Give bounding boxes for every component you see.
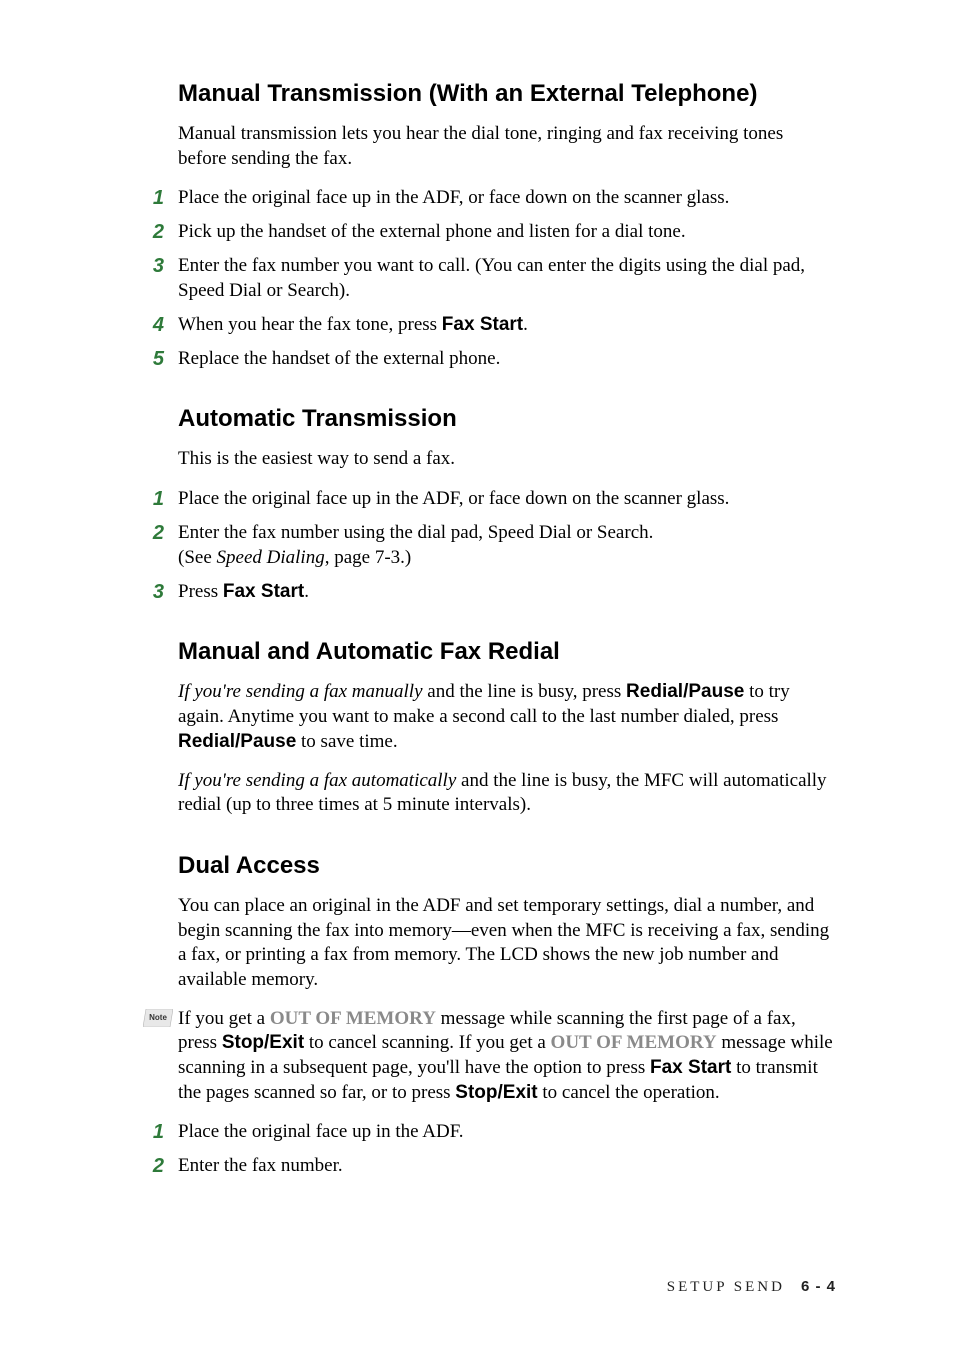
list-item: 5Replace the handset of the external pho… bbox=[164, 346, 836, 372]
page-container: Manual Transmission (With an External Te… bbox=[0, 0, 954, 1352]
heading-automatic-transmission: Automatic Transmission bbox=[178, 405, 836, 433]
step-number: 2 bbox=[142, 520, 164, 547]
fax-start-label: Fax Start bbox=[223, 581, 304, 602]
heading-dual-access: Dual Access bbox=[178, 852, 836, 880]
step-text: Place the original face up in the ADF, o… bbox=[178, 488, 729, 509]
step-number: 1 bbox=[142, 486, 164, 513]
list-item: 1Place the original face up in the ADF, … bbox=[164, 486, 836, 512]
step-number: 1 bbox=[142, 185, 164, 212]
out-of-memory-label: OUT OF MEMORY bbox=[551, 1032, 717, 1053]
stop-exit-label: Stop/Exit bbox=[222, 1032, 304, 1053]
step-number: 5 bbox=[142, 346, 164, 373]
step-number: 3 bbox=[142, 579, 164, 606]
out-of-memory-label: OUT OF MEMORY bbox=[270, 1008, 436, 1029]
fax-redial-auto-para: If you're sending a fax automatically an… bbox=[178, 769, 836, 818]
heading-manual-transmission: Manual Transmission (With an External Te… bbox=[178, 80, 836, 108]
step-text: Enter the fax number using the dial pad,… bbox=[178, 522, 653, 569]
list-item: 4When you hear the fax tone, press Fax S… bbox=[164, 312, 836, 338]
step-number: 4 bbox=[142, 312, 164, 339]
footer-section-label: SETUP SEND bbox=[667, 1279, 785, 1295]
steps-automatic-transmission: 1Place the original face up in the ADF, … bbox=[164, 486, 836, 605]
step-text: Replace the handset of the external phon… bbox=[178, 348, 500, 369]
step-text: Enter the fax number you want to call. (… bbox=[178, 255, 805, 302]
auto-italic: If you're sending a fax automatically bbox=[178, 770, 456, 791]
list-item: 2Pick up the handset of the external pho… bbox=[164, 219, 836, 245]
list-item: 2Enter the fax number. bbox=[164, 1153, 836, 1179]
step-number: 2 bbox=[142, 1153, 164, 1180]
dual-access-intro: You can place an original in the ADF and… bbox=[178, 894, 836, 993]
page-number: 6 - 4 bbox=[801, 1278, 836, 1295]
fax-redial-manual-para: If you're sending a fax manually and the… bbox=[178, 680, 836, 754]
note-badge-label: Note bbox=[143, 1009, 173, 1027]
fax-start-label: Fax Start bbox=[650, 1057, 731, 1078]
intro-manual-transmission: Manual transmission lets you hear the di… bbox=[178, 122, 836, 171]
step-text: Pick up the handset of the external phon… bbox=[178, 221, 686, 242]
note-block: Note If you get a OUT OF MEMORY message … bbox=[178, 1007, 836, 1106]
list-item: 3Enter the fax number you want to call. … bbox=[164, 253, 836, 304]
fax-start-label: Fax Start bbox=[442, 314, 523, 335]
steps-dual-access: 1Place the original face up in the ADF. … bbox=[164, 1119, 836, 1178]
page-footer: SETUP SEND 6 - 4 bbox=[667, 1278, 836, 1296]
note-icon: Note bbox=[143, 1009, 173, 1027]
step-text: Enter the fax number. bbox=[178, 1155, 343, 1176]
intro-automatic-transmission: This is the easiest way to send a fax. bbox=[178, 447, 836, 472]
step-text: Place the original face up in the ADF. bbox=[178, 1121, 464, 1142]
list-item: 1Place the original face up in the ADF. bbox=[164, 1119, 836, 1145]
steps-manual-transmission: 1Place the original face up in the ADF, … bbox=[164, 185, 836, 371]
redial-pause-label: Redial/Pause bbox=[178, 731, 296, 752]
list-item: 1Place the original face up in the ADF, … bbox=[164, 185, 836, 211]
step-text: Press Fax Start. bbox=[178, 581, 309, 602]
step-number: 3 bbox=[142, 253, 164, 280]
step-number: 1 bbox=[142, 1119, 164, 1146]
list-item: 2Enter the fax number using the dial pad… bbox=[164, 520, 836, 571]
manual-italic: If you're sending a fax manually bbox=[178, 681, 423, 702]
heading-fax-redial: Manual and Automatic Fax Redial bbox=[178, 638, 836, 666]
speed-dialing-ref: Speed Dialing bbox=[217, 547, 325, 568]
step-text: When you hear the fax tone, press Fax St… bbox=[178, 314, 528, 335]
list-item: 3Press Fax Start. bbox=[164, 579, 836, 605]
step-number: 2 bbox=[142, 219, 164, 246]
stop-exit-label: Stop/Exit bbox=[455, 1082, 537, 1103]
redial-pause-label: Redial/Pause bbox=[626, 681, 744, 702]
step-text: Place the original face up in the ADF, o… bbox=[178, 187, 729, 208]
